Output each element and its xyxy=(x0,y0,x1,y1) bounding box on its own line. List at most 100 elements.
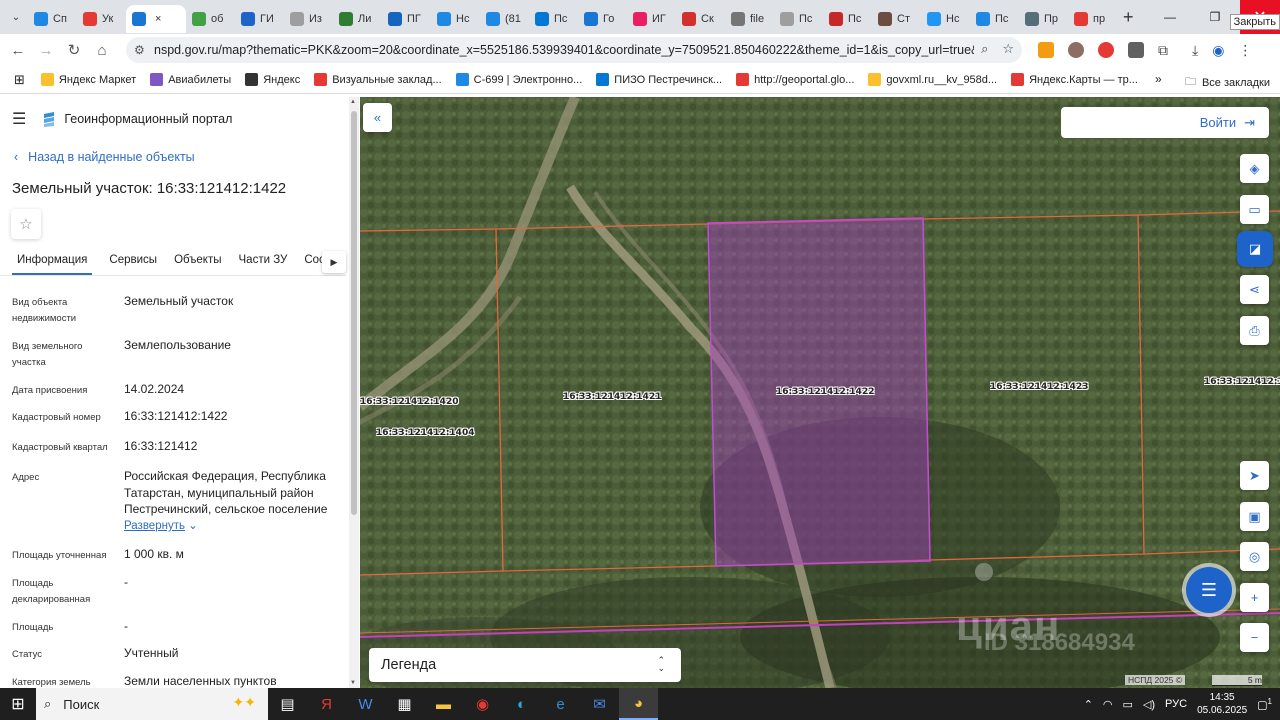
volume-icon[interactable]: ◁) xyxy=(1143,698,1155,711)
browser-tab[interactable]: Пс xyxy=(970,5,1019,33)
browser-tab[interactable]: Ук xyxy=(77,5,126,33)
bookmark-item[interactable]: Яндекс xyxy=(245,73,300,86)
parcel-label[interactable]: 16:33:121412:1404 xyxy=(376,428,474,438)
bookmark-star-icon[interactable]: ☆ xyxy=(1002,41,1014,57)
scroll-down-icon[interactable]: ▼ xyxy=(350,680,356,686)
windows-start-icon[interactable]: ⊞ xyxy=(0,694,36,714)
parcel-label[interactable]: 16:33:121412:1423 xyxy=(990,382,1088,392)
zoom-out-icon[interactable]: − xyxy=(1240,623,1269,652)
info-tab[interactable]: Информация xyxy=(12,250,93,275)
browser-tab[interactable]: Ли xyxy=(333,5,382,33)
edge-icon[interactable]: ◐ xyxy=(502,688,541,720)
language-indicator[interactable]: РУС xyxy=(1165,698,1187,710)
clock[interactable]: 14:35 05.06.2025 xyxy=(1197,691,1247,717)
navigate-icon[interactable]: ➤ xyxy=(1240,461,1269,490)
bookmark-item[interactable]: http://geoportal.glo... xyxy=(736,73,854,86)
browser-tab[interactable]: ГИ xyxy=(235,5,284,33)
browser-tab[interactable]: пр xyxy=(1068,5,1117,33)
word-icon[interactable]: W xyxy=(346,688,385,720)
parcel-label[interactable]: 16:33:121412:14 xyxy=(1204,377,1280,387)
browser-tab[interactable]: Сп xyxy=(28,5,77,33)
close-tab-icon[interactable]: × xyxy=(155,13,161,25)
site-info-icon[interactable]: ⚙ xyxy=(134,43,145,57)
reload-icon[interactable]: ↻ xyxy=(60,41,88,59)
extensions-puzzle-icon[interactable]: ⧉ xyxy=(1158,42,1168,59)
file-explorer-icon[interactable]: ▬ xyxy=(424,688,463,720)
back-arrow-icon[interactable]: ← xyxy=(4,42,32,59)
bookmark-item[interactable]: ПИЗО Пестречинск... xyxy=(596,73,722,86)
store-icon[interactable]: ▦ xyxy=(385,688,424,720)
menu-icon[interactable]: ⋮ xyxy=(1238,42,1252,59)
browser-tab[interactable]: Нс xyxy=(921,5,970,33)
forward-arrow-icon[interactable]: → xyxy=(32,42,60,59)
info-tab[interactable]: Части ЗУ xyxy=(239,250,288,275)
tabs-scroll-right-icon[interactable]: ▶ xyxy=(322,251,346,273)
parcel-label[interactable]: 16:33:121412:1421 xyxy=(563,392,661,402)
yandex-browser-icon[interactable]: ◉ xyxy=(463,688,502,720)
task-view-icon[interactable]: ▤ xyxy=(268,688,307,720)
bookmark-item[interactable]: govxml.ru__kv_958d... xyxy=(868,73,997,86)
browser-tab[interactable]: Пс xyxy=(529,5,578,33)
bookmark-item[interactable]: С-699 | Электронно... xyxy=(455,73,582,86)
chrome-icon[interactable]: ◕ xyxy=(619,688,658,720)
apps-grid-icon[interactable]: ⊞ xyxy=(14,72,25,88)
browser-tab[interactable]: Пр xyxy=(1019,5,1068,33)
search-icon[interactable]: ⌕ xyxy=(981,41,988,57)
browser-tab[interactable]: ПГ xyxy=(382,5,431,33)
bookmark-item[interactable]: Яндекс.Карты — тр... xyxy=(1011,73,1138,86)
ruler-icon[interactable]: ▭ xyxy=(1240,195,1269,224)
print-icon[interactable]: ⎙ xyxy=(1240,316,1269,345)
bookmark-item[interactable]: Визуальные заклад... xyxy=(314,73,442,86)
bookmark-item[interactable]: Яндекс Маркет xyxy=(40,73,136,86)
expand-address-link[interactable]: Развернуть ⌄ xyxy=(124,518,198,532)
wifi-icon[interactable]: ◠ xyxy=(1103,698,1113,711)
extension-icon[interactable] xyxy=(1128,42,1144,58)
back-to-results-link[interactable]: ‹ Назад в найденные объекты xyxy=(14,150,195,164)
mail-icon[interactable]: ✉ xyxy=(580,688,619,720)
browser-tab[interactable]: ИГ xyxy=(627,5,676,33)
browser-tab[interactable]: Го xyxy=(578,5,627,33)
minimize-icon[interactable]: — xyxy=(1150,0,1190,34)
browser-tab[interactable]: Нс xyxy=(431,5,480,33)
locate-icon[interactable]: ◎ xyxy=(1240,542,1269,571)
downloads-icon[interactable]: ⤓ xyxy=(1192,42,1198,59)
browser-tab[interactable]: Пс xyxy=(774,5,823,33)
yandex-extension-icon[interactable] xyxy=(1098,42,1114,58)
browser-tab[interactable]: file xyxy=(725,5,774,33)
parcel-label[interactable]: 16:33:121412:1420 xyxy=(360,397,458,407)
layers-icon[interactable]: ◈ xyxy=(1240,154,1269,183)
profile-icon[interactable]: ◉ xyxy=(1212,42,1224,59)
extension-icon[interactable] xyxy=(1068,42,1084,58)
taskbar-search[interactable]: ⌕ Поиск ✦✦ xyxy=(36,688,268,720)
scroll-up-icon[interactable]: ▲ xyxy=(350,99,356,105)
zoom-in-icon[interactable]: + xyxy=(1240,583,1269,612)
screen-icon[interactable]: ▣ xyxy=(1240,502,1269,531)
extension-icon[interactable] xyxy=(1038,42,1054,58)
browser-tab[interactable]: об xyxy=(186,5,235,33)
map-canvas[interactable]: 16:33:121412:1420 16:33:121412:1404 16:3… xyxy=(360,97,1280,688)
display-icon[interactable]: ▭ xyxy=(1123,698,1133,711)
browser-tab[interactable]: × xyxy=(126,5,186,33)
info-tab[interactable]: Сервисы xyxy=(109,250,157,275)
all-bookmarks[interactable]: 🗀 Все закладки xyxy=(1185,73,1270,92)
browser-tab[interactable]: (81 xyxy=(480,5,529,33)
bookmark-item[interactable]: Авиабилеты xyxy=(150,73,231,86)
favorite-star-icon[interactable]: ☆ xyxy=(11,209,41,239)
ie-icon[interactable]: e xyxy=(541,688,580,720)
browser-tab[interactable]: Из xyxy=(284,5,333,33)
notifications-icon[interactable]: ▢1 xyxy=(1257,697,1272,712)
yandex-icon[interactable]: Я xyxy=(307,688,346,720)
home-icon[interactable]: ⌂ xyxy=(88,42,116,59)
bookmarks-overflow-icon[interactable]: » xyxy=(1155,72,1162,86)
address-bar[interactable]: ⚙ nspd.gov.ru/map?thematic=PKK&zoom=20&c… xyxy=(126,37,1022,63)
legend-dropdown[interactable]: Легенда ⌃ ⌄ xyxy=(369,648,681,682)
chat-icon[interactable]: ☰ xyxy=(1186,567,1232,613)
new-tab-button[interactable]: + xyxy=(1123,7,1134,28)
browser-tab[interactable]: Ск xyxy=(676,5,725,33)
selection-tool-icon[interactable]: ◪ xyxy=(1237,231,1273,267)
scroll-thumb[interactable] xyxy=(351,111,357,515)
hamburger-menu-icon[interactable]: ☰ xyxy=(12,109,26,129)
browser-tab[interactable]: Ст xyxy=(872,5,921,33)
info-tab[interactable]: Объекты xyxy=(174,250,221,275)
login-button[interactable]: Войти ⇥ xyxy=(1061,107,1269,138)
